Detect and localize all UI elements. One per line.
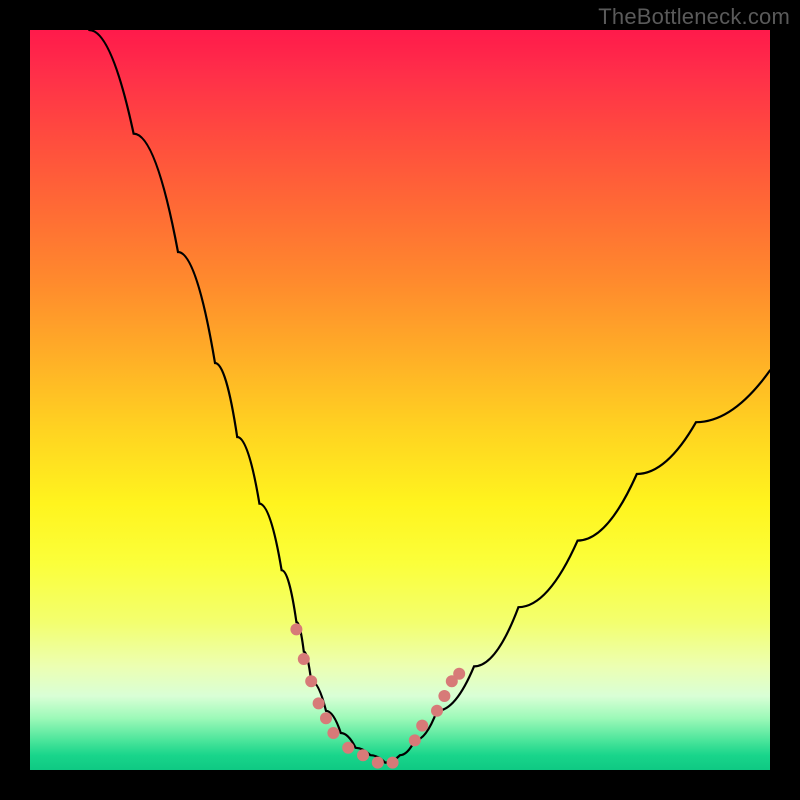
marker-point [409,734,421,746]
curve-layer [30,30,770,770]
chart-stage: TheBottleneck.com [0,0,800,800]
marker-point [327,727,339,739]
curve-right-branch [385,370,770,762]
marker-point [305,675,317,687]
marker-point [416,720,428,732]
curve-left-branch [89,30,385,763]
marker-point [298,653,310,665]
marker-point [453,668,465,680]
marker-point [342,742,354,754]
marker-point [320,712,332,724]
marker-point [438,690,450,702]
marker-point [431,705,443,717]
marker-point [372,757,384,769]
marker-point [313,697,325,709]
plot-area [30,30,770,770]
marker-point [357,749,369,761]
marker-point [290,623,302,635]
marker-point [387,757,399,769]
watermark-text: TheBottleneck.com [598,4,790,30]
